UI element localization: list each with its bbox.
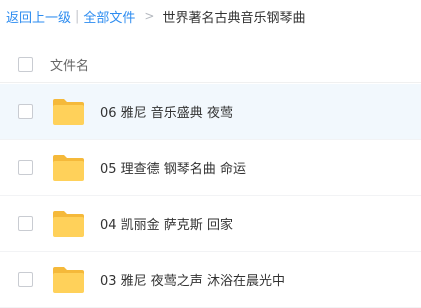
file-row[interactable]: 06 雅尼 音乐盛典 夜莺 <box>0 84 421 140</box>
file-name[interactable]: 04 凯丽金 萨克斯 回家 <box>100 214 233 233</box>
breadcrumb-arrow-icon: > <box>144 9 155 23</box>
row-checkbox[interactable] <box>18 216 33 231</box>
file-list: 06 雅尼 音乐盛典 夜莺 05 理查德 钢琴名曲 命运 04 凯丽金 萨克斯 … <box>0 84 421 308</box>
breadcrumb: 返回上一级 | 全部文件 > 世界著名古典音乐钢琴曲 <box>6 5 306 27</box>
file-list-header: 文件名 <box>0 46 421 83</box>
file-name[interactable]: 06 雅尼 音乐盛典 夜莺 <box>100 102 233 121</box>
all-files-link[interactable]: 全部文件 <box>83 7 135 26</box>
folder-icon <box>53 210 84 237</box>
filename-column-header: 文件名 <box>50 58 90 74</box>
file-name[interactable]: 05 理查德 钢琴名曲 命运 <box>100 158 246 177</box>
breadcrumb-divider: | <box>75 8 80 24</box>
current-folder-label: 世界著名古典音乐钢琴曲 <box>162 10 306 26</box>
folder-icon <box>53 154 84 181</box>
back-link[interactable]: 返回上一级 <box>6 7 71 26</box>
file-row[interactable]: 05 理查德 钢琴名曲 命运 <box>0 140 421 196</box>
row-checkbox[interactable] <box>18 272 33 287</box>
row-checkbox[interactable] <box>18 160 33 175</box>
folder-icon <box>53 266 84 293</box>
file-row[interactable]: 04 凯丽金 萨克斯 回家 <box>0 196 421 252</box>
select-all-checkbox[interactable] <box>18 56 33 72</box>
row-checkbox[interactable] <box>18 104 33 119</box>
folder-icon <box>53 98 84 125</box>
file-name[interactable]: 03 雅尼 夜莺之声 沐浴在晨光中 <box>100 270 285 289</box>
file-row[interactable]: 03 雅尼 夜莺之声 沐浴在晨光中 <box>0 252 421 308</box>
